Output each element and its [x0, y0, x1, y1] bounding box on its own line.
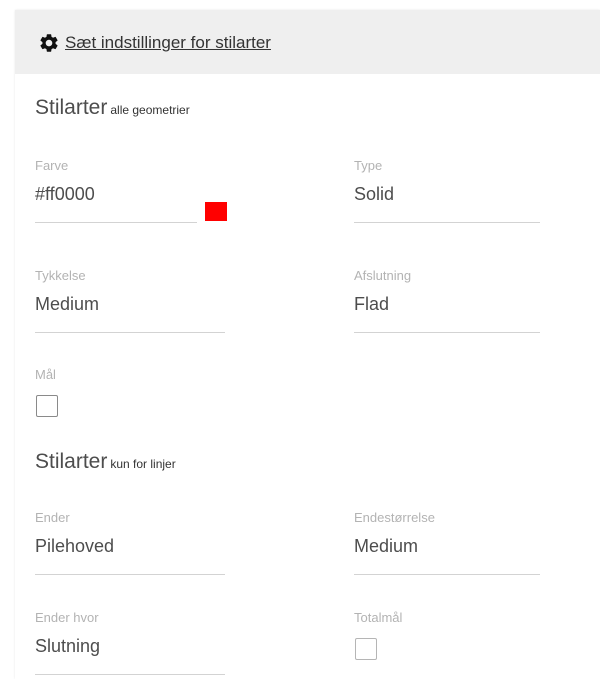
line-ends-label: Ender: [35, 510, 70, 525]
line-cap-label: Afslutning: [354, 268, 412, 283]
thickness-underline: [35, 332, 225, 333]
section-title-text: Stilarter: [35, 96, 108, 119]
line-ends-underline: [35, 574, 225, 575]
measure-checkbox[interactable]: [36, 395, 58, 417]
type-value: Solid: [354, 184, 395, 204]
ends-where-underline: [35, 674, 225, 675]
color-label: Farve: [35, 158, 69, 173]
color-value[interactable]: #ff0000: [35, 184, 95, 205]
panel-header: Sæt indstillinger for stilarter: [15, 10, 600, 74]
line-ends-value: Pilehoved: [35, 536, 115, 556]
style-settings-toggle[interactable]: Sæt indstillinger for stilarter: [38, 32, 271, 54]
ends-where-value: Slutning: [35, 636, 101, 656]
ends-where-label: Ender hvor: [35, 610, 99, 625]
section-title-text: Stilarter: [35, 450, 108, 473]
total-measure-checkbox[interactable]: [355, 638, 377, 660]
line-cap-underline: [354, 332, 540, 333]
end-size-label: Endestørrelse: [354, 510, 435, 525]
end-size-underline: [354, 574, 540, 575]
section-subtitle: kun for linjer: [110, 457, 176, 471]
style-settings-label: Sæt indstillinger for stilarter: [65, 33, 271, 52]
gear-icon: [40, 34, 58, 52]
line-cap-value: Flad: [354, 294, 390, 314]
thickness-value: Medium: [35, 294, 100, 314]
section-subtitle: alle geometrier: [110, 103, 190, 117]
thickness-label: Tykkelse: [35, 268, 86, 283]
type-label: Type: [354, 158, 383, 173]
type-underline: [354, 222, 540, 223]
style-settings-panel: Sæt indstillinger for stilarter Stilarte…: [15, 10, 600, 679]
end-size-value: Medium: [354, 536, 419, 556]
measure-label: Mål: [35, 367, 56, 382]
color-underline: [35, 222, 197, 223]
total-measure-label: Totalmål: [354, 610, 403, 625]
section-title-all: Stilarter alle geometrier: [35, 96, 190, 122]
section-title-lines: Stilarter kun for linjer: [35, 450, 176, 476]
color-swatch[interactable]: [205, 202, 227, 221]
